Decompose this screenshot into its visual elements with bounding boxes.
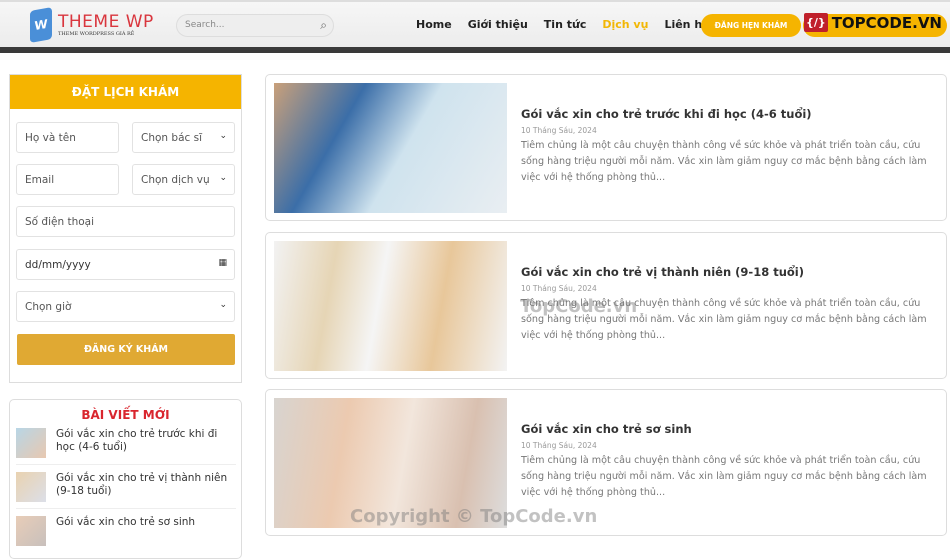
recent-post-item[interactable]: Gói vắc xin cho trẻ sơ sinh bbox=[16, 516, 236, 546]
search-icon[interactable]: ⌕ bbox=[320, 18, 327, 33]
search-input[interactable]: Search... ⌕ bbox=[176, 14, 334, 37]
name-placeholder: Họ và tên bbox=[25, 132, 76, 144]
post-title[interactable]: Gói vắc xin cho trẻ sơ sinh bbox=[521, 422, 692, 436]
post-excerpt: Tiêm chủng là một câu chuyện thành công … bbox=[521, 455, 927, 498]
chevron-down-icon: ⌄ bbox=[219, 131, 227, 141]
recent-posts: BÀI VIẾT MỚI Gói vắc xin cho trẻ trước k… bbox=[9, 399, 242, 559]
calendar-icon[interactable]: ▦ bbox=[218, 258, 227, 268]
phone-input[interactable]: Số điện thoại bbox=[16, 206, 235, 237]
recent-post-item[interactable]: Gói vắc xin cho trẻ trước khi đi học (4-… bbox=[16, 428, 236, 458]
post-title[interactable]: Gói vắc xin cho trẻ vị thành niên (9-18 … bbox=[521, 265, 804, 279]
register-button[interactable]: ĐĂNG KÝ KHÁM bbox=[17, 334, 235, 365]
chevron-down-icon: ⌄ bbox=[219, 173, 227, 183]
post-excerpt: Tiêm chủng là một câu chuyện thành công … bbox=[521, 140, 927, 183]
chevron-down-icon: ⌄ bbox=[219, 300, 227, 310]
post-title[interactable]: Gói vắc xin cho trẻ trước khi đi học (4-… bbox=[521, 107, 812, 121]
date-input[interactable]: dd/mm/yyyy ▦ bbox=[16, 249, 235, 280]
time-select[interactable]: Chọn giờ ⌄ bbox=[16, 291, 235, 322]
watermark: TopCode.vn bbox=[520, 296, 638, 317]
phone-placeholder: Số điện thoại bbox=[25, 216, 95, 228]
time-select-value: Chọn giờ bbox=[25, 301, 72, 313]
divider bbox=[16, 508, 236, 509]
post-card: Gói vắc xin cho trẻ trước khi đi học (4-… bbox=[265, 74, 947, 221]
post-thumbnail bbox=[16, 428, 46, 458]
post-date: 10 Tháng Sáu, 2024 bbox=[521, 126, 597, 135]
post-thumbnail bbox=[16, 516, 46, 546]
recent-post-item[interactable]: Gói vắc xin cho trẻ vị thành niên (9-18 … bbox=[16, 472, 236, 502]
recent-posts-title: BÀI VIẾT MỚI bbox=[81, 408, 170, 422]
email-placeholder: Email bbox=[25, 174, 55, 186]
recent-post-link[interactable]: Gói vắc xin cho trẻ sơ sinh bbox=[56, 516, 195, 546]
email-input[interactable]: Email bbox=[16, 164, 119, 195]
nav-home[interactable]: Home bbox=[416, 18, 452, 31]
name-input[interactable]: Họ và tên bbox=[16, 122, 119, 153]
topcode-text: TOPCODE.VN bbox=[831, 13, 942, 32]
booking-form-title: ĐẶT LỊCH KHÁM bbox=[10, 75, 241, 109]
doctor-select-value: Chọn bác sĩ bbox=[141, 132, 203, 144]
doctor-select[interactable]: Chọn bác sĩ ⌄ bbox=[132, 122, 235, 153]
search-placeholder: Search... bbox=[185, 20, 225, 30]
post-image[interactable] bbox=[274, 241, 507, 371]
site-logo[interactable]: W THEME WP THEME WORDPRESS GIÁ RẺ bbox=[30, 7, 154, 43]
nav-about[interactable]: Giới thiệu bbox=[468, 18, 528, 31]
site-header: W THEME WP THEME WORDPRESS GIÁ RẺ Search.… bbox=[0, 0, 950, 47]
booking-form: ĐẶT LỊCH KHÁM Họ và tên Chọn bác sĩ ⌄ Ema… bbox=[9, 74, 242, 383]
nav-news[interactable]: Tin tức bbox=[544, 18, 587, 31]
nav-services[interactable]: Dịch vụ bbox=[602, 18, 648, 31]
topcode-logo: {/} TOPCODE.VN bbox=[804, 13, 942, 32]
hero-band bbox=[0, 47, 950, 53]
recent-post-link[interactable]: Gói vắc xin cho trẻ vị thành niên (9-18 … bbox=[56, 472, 236, 502]
service-select[interactable]: Chọn dịch vụ ⌄ bbox=[132, 164, 235, 195]
date-placeholder: dd/mm/yyyy bbox=[25, 259, 91, 271]
book-appointment-button[interactable]: ĐĂNG HẸN KHÁM bbox=[701, 14, 801, 37]
code-icon: {/} bbox=[804, 13, 828, 32]
copyright-watermark: Copyright © TopCode.vn bbox=[350, 506, 598, 527]
post-date: 10 Tháng Sáu, 2024 bbox=[521, 441, 597, 450]
post-date: 10 Tháng Sáu, 2024 bbox=[521, 284, 597, 293]
post-thumbnail bbox=[16, 472, 46, 502]
wordpress-logo-icon: W bbox=[30, 7, 52, 43]
logo-title: THEME WP bbox=[58, 12, 154, 32]
recent-post-link[interactable]: Gói vắc xin cho trẻ trước khi đi học (4-… bbox=[56, 428, 236, 458]
service-select-value: Chọn dịch vụ bbox=[141, 174, 210, 186]
post-image[interactable] bbox=[274, 83, 507, 213]
main-nav: Home Giới thiệu Tin tức Dịch vụ Liên hệ bbox=[416, 18, 710, 31]
divider bbox=[16, 464, 236, 465]
